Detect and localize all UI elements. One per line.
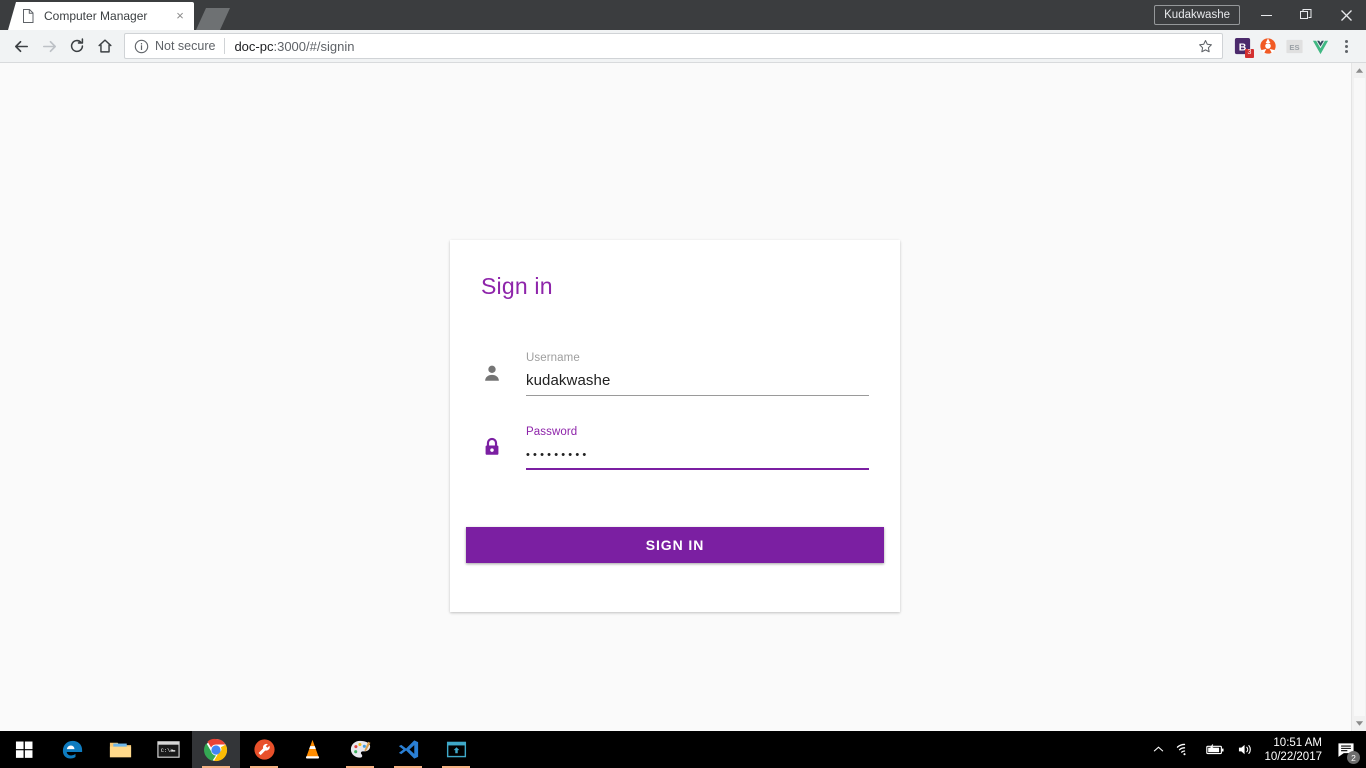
security-label: Not secure	[155, 39, 216, 53]
vertical-scrollbar[interactable]	[1351, 63, 1366, 731]
app-window-icon	[446, 741, 466, 758]
scroll-down-arrow-icon[interactable]	[1352, 716, 1366, 731]
page-viewport: Sign in Username kudakwashe Password •••…	[0, 63, 1366, 731]
url-path: :3000/#/signin	[273, 38, 355, 54]
forward-button	[35, 32, 63, 60]
scrollbar-track[interactable]	[1352, 78, 1366, 716]
browser-tab[interactable]: Computer Manager ×	[8, 2, 194, 30]
signin-actions: SIGN IN	[450, 500, 900, 563]
clock-time: 10:51 AM	[1273, 736, 1322, 749]
password-field-group: Password •••••••••	[481, 426, 869, 470]
password-label: Password	[526, 426, 578, 438]
password-field-body: Password •••••••••	[526, 426, 869, 470]
terminal-icon: C:\>	[156, 741, 180, 758]
system-tray: 10:51 AM 10/22/2017 2	[1147, 731, 1366, 768]
chrome-menu-icon[interactable]	[1333, 33, 1359, 59]
security-status[interactable]: Not secure	[134, 39, 215, 54]
taskbar-item-vlc-media-player[interactable]	[288, 731, 336, 768]
taskbar-apps: C:\>	[48, 731, 480, 768]
battery-icon[interactable]	[1199, 731, 1231, 768]
es-extension-icon[interactable]: ES	[1281, 33, 1307, 59]
taskbar-item-command-prompt[interactable]: C:\>	[144, 731, 192, 768]
url-host: doc-pc	[234, 38, 274, 54]
taskbar-item-terminal-app[interactable]	[432, 731, 480, 768]
sign-in-button[interactable]: SIGN IN	[466, 527, 884, 563]
taskbar-item-chrome[interactable]	[192, 731, 240, 768]
signin-card: Sign in Username kudakwashe Password •••…	[450, 240, 900, 612]
action-center-icon[interactable]: 2	[1330, 731, 1362, 768]
scroll-up-arrow-icon[interactable]	[1352, 63, 1366, 78]
tab-close-icon[interactable]: ×	[172, 8, 188, 24]
reload-button[interactable]	[63, 32, 91, 60]
windows-taskbar: C:\> 10:51 AM 10/22/2017 2	[0, 731, 1366, 768]
tab-strip: Computer Manager × Kudakwashe	[0, 0, 1366, 30]
browser-toolbar: Not secure doc-pc:3000/#/signin B 3 ES	[0, 30, 1366, 63]
url-text: doc-pc:3000/#/signin	[234, 39, 1194, 54]
edge-icon	[62, 740, 82, 759]
show-hidden-icons-button[interactable]	[1147, 731, 1170, 768]
menu-dot	[1344, 39, 1348, 43]
taskbar-item-visual-studio[interactable]	[384, 731, 432, 768]
home-button[interactable]	[91, 32, 119, 60]
speaker-icon[interactable]	[1231, 731, 1260, 768]
username-field-group: Username kudakwashe	[481, 352, 869, 396]
password-underline	[526, 468, 869, 470]
wifi-icon[interactable]	[1170, 731, 1199, 768]
page-icon	[20, 8, 36, 24]
window-controls-group: Kudakwashe	[1154, 0, 1366, 30]
minimize-button[interactable]	[1246, 0, 1286, 30]
orange-extension-icon[interactable]	[1255, 33, 1281, 59]
person-icon	[481, 362, 505, 386]
clock-date: 10/22/2017	[1264, 750, 1322, 763]
wrench-tool-icon	[253, 739, 275, 760]
maximize-restore-button[interactable]	[1286, 0, 1326, 30]
taskbar-item-tool-app[interactable]	[240, 731, 288, 768]
profile-name: Kudakwashe	[1164, 9, 1230, 21]
omnibox-divider	[224, 38, 226, 54]
menu-dot	[1344, 49, 1348, 53]
username-underline	[526, 395, 869, 396]
visual-studio-icon	[398, 740, 418, 759]
username-field-body: Username kudakwashe	[526, 352, 869, 396]
extension-badge-count: 3	[1245, 49, 1254, 58]
close-window-button[interactable]	[1326, 0, 1366, 30]
signin-form: Username kudakwashe Password •••••••••	[450, 300, 900, 470]
back-button[interactable]	[7, 32, 35, 60]
paint-palette-icon	[350, 740, 370, 758]
new-tab-button[interactable]	[196, 8, 230, 30]
lock-icon	[481, 436, 505, 460]
notification-count-badge: 2	[1347, 751, 1360, 764]
chrome-icon	[204, 738, 228, 761]
username-input[interactable]: kudakwashe	[526, 370, 869, 392]
windows-start-icon[interactable]	[0, 731, 48, 768]
vlc-cone-icon	[305, 739, 319, 759]
scrollbar-thumb[interactable]	[1353, 78, 1365, 716]
taskbar-item-paint[interactable]	[336, 731, 384, 768]
bookmark-star-icon[interactable]	[1194, 35, 1216, 57]
bitwarden-extension-icon[interactable]: B 3	[1229, 33, 1255, 59]
taskbar-item-edge[interactable]	[48, 731, 96, 768]
menu-dot	[1344, 44, 1348, 48]
page-title: Sign in	[481, 273, 553, 299]
address-bar[interactable]: Not secure doc-pc:3000/#/signin	[124, 33, 1223, 59]
password-input[interactable]: •••••••••	[526, 444, 869, 466]
username-label: Username	[526, 352, 580, 364]
taskbar-item-file-explorer[interactable]	[96, 731, 144, 768]
chrome-browser-window: Computer Manager × Kudakwashe Not secure…	[0, 0, 1366, 731]
folder-icon	[109, 742, 131, 758]
clock[interactable]: 10:51 AM 10/22/2017	[1260, 736, 1330, 764]
profile-button[interactable]: Kudakwashe	[1154, 5, 1240, 25]
svg-text:ES: ES	[1289, 42, 1299, 51]
tab-title: Computer Manager	[44, 9, 148, 23]
web-page-content: Sign in Username kudakwashe Password •••…	[0, 63, 1351, 731]
vue-devtools-extension-icon[interactable]	[1307, 33, 1333, 59]
info-icon	[134, 39, 149, 53]
